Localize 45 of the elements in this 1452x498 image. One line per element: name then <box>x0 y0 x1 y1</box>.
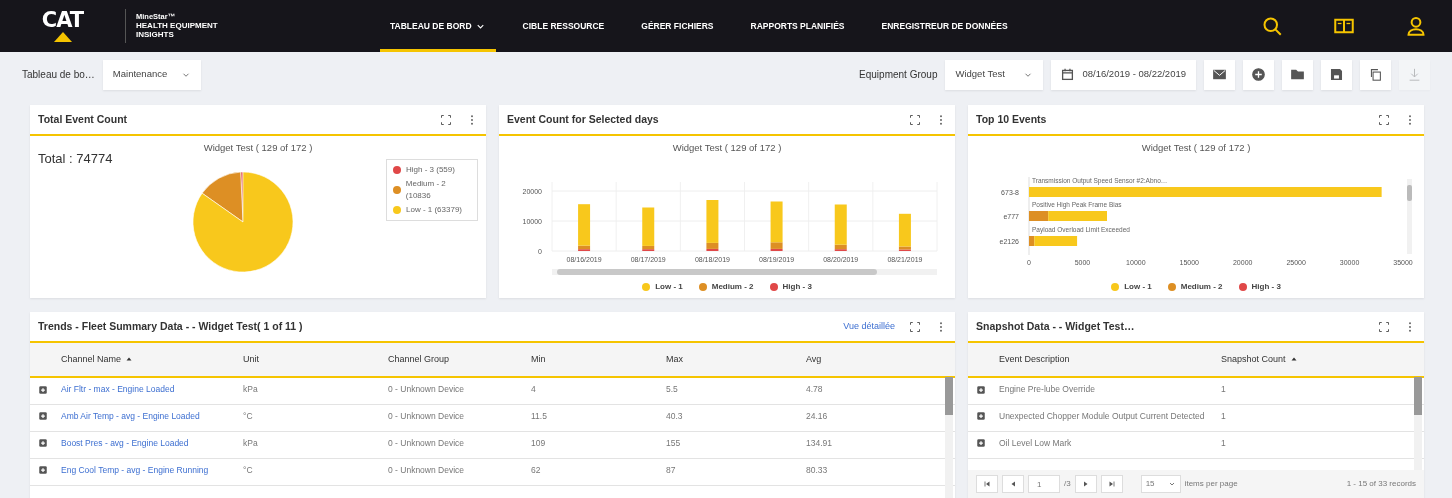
legend-label: Low - 1 <box>655 281 683 294</box>
legend-label: High - 3 <box>782 281 812 294</box>
table-cell: 155 <box>665 431 805 458</box>
table-cell: Oil Level Low Mark <box>998 431 1220 458</box>
legend-label: Medium - 2 <box>711 281 754 294</box>
table-cell: kPa <box>242 431 387 458</box>
table-cell: Engine Pre-lube Override <box>998 377 1220 404</box>
widget-title: Trends - Fleet Summary Data - - Widget Test( 1 of 11 ) <box>38 318 303 334</box>
record-summary: 1 - 15 of 33 records <box>1346 478 1416 490</box>
chart-subtitle: Widget Test ( 129 of 172 ) <box>1140 141 1252 155</box>
table-cell: 11.5 <box>530 404 665 431</box>
table-cell: 109 <box>530 431 665 458</box>
table-cell: 0 - Unknown Device <box>387 377 530 404</box>
chart-subtitle: Widget Test ( 129 of 172 ) <box>202 141 314 155</box>
table-cell: 62 <box>530 458 665 485</box>
widget-title: Top 10 Events <box>976 111 1047 127</box>
total-count: Total : 74774 <box>38 150 114 169</box>
widget-title: Total Event Count <box>38 111 128 127</box>
table-cell: 87 <box>665 458 805 485</box>
table-cell: 4 <box>530 377 665 404</box>
table-cell: 0 - Unknown Device <box>387 404 530 431</box>
widget-title: Event Count for Selected days <box>507 111 659 127</box>
table-cell: 0 - Unknown Device <box>387 458 530 485</box>
legend-label: Low - 1 (63379) <box>406 204 463 217</box>
legend-label: Medium - 2 <box>1180 281 1223 294</box>
product-name: HEALTH EQUIPMENT <box>136 21 219 31</box>
legend-label: High - 3 (559) <box>406 164 455 177</box>
legend-label: Low - 1 <box>1124 281 1152 294</box>
chart-subtitle: Widget Test ( 129 of 172 ) <box>671 141 783 155</box>
widget-title: Snapshot Data - - Widget Test… <box>976 318 1135 334</box>
equipment-group-label: Equipment Group <box>859 68 938 82</box>
dashboard-label: Tableau de bo… <box>22 68 95 82</box>
table-cell: 5.5 <box>665 377 805 404</box>
logo: CAT <box>41 10 84 31</box>
table-cell: °C <box>242 458 387 485</box>
legend-label: Medium - 2 (10836 <box>405 178 447 203</box>
table-cell: °C <box>242 404 387 431</box>
table-cell: Unexpected Chopper Module Output Current Detected <box>998 404 1220 431</box>
page-count: /3 <box>1064 478 1071 490</box>
product-name: INSIGHTS <box>136 30 175 40</box>
table-cell: 40.3 <box>665 404 805 431</box>
table-cell: kPa <box>242 377 387 404</box>
table-cell: 0 - Unknown Device <box>387 431 530 458</box>
page-size-label: items per page <box>1184 478 1238 490</box>
legend-label: High - 3 <box>1251 281 1281 294</box>
